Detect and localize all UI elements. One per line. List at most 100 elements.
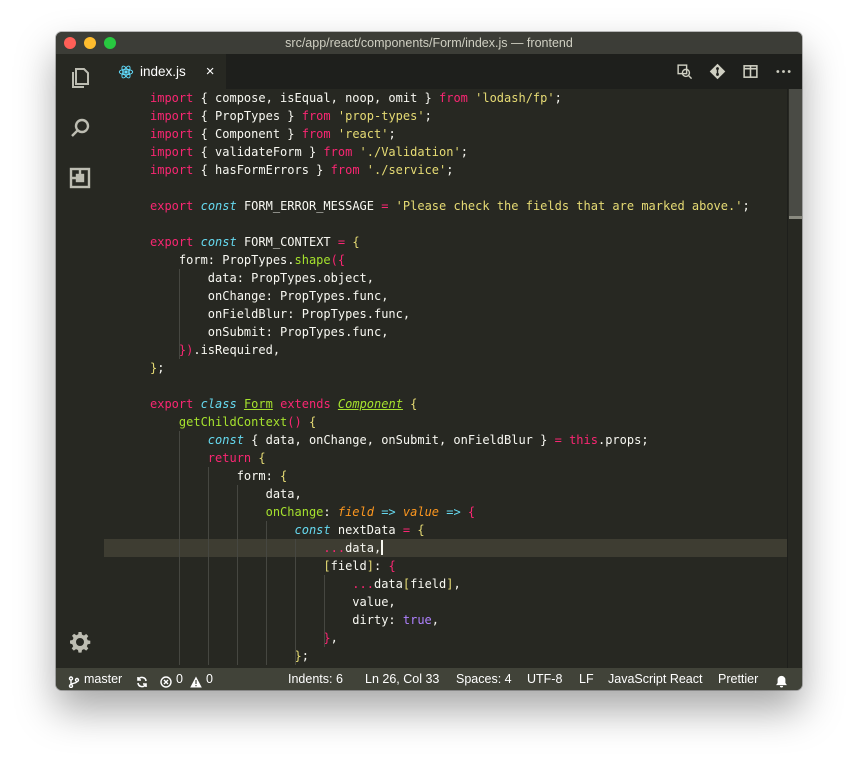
code-line[interactable]: }; [104,359,788,377]
code-token: FORM_ERROR_MESSAGE [236,199,382,213]
code-line[interactable]: form: { [104,467,788,485]
code-editor[interactable]: import { compose, isEqual, noop, omit } … [104,89,788,668]
git-branch[interactable]: master [68,668,122,690]
code-token: this [569,433,598,447]
extensions-icon[interactable] [68,166,92,190]
language-mode[interactable]: JavaScript React [608,668,702,690]
code-token: { PropTypes } [193,109,302,123]
code-token: { compose, isEqual, noop, omit } [193,91,439,105]
code-token: field [410,577,447,591]
code-line[interactable]: }).isRequired, [104,341,788,359]
tab-close-button[interactable]: × [206,63,215,80]
minimize-window-button[interactable] [84,37,96,49]
code-token: getChildContext [178,415,288,429]
indent-guide [236,485,238,665]
code-token: export [150,235,194,249]
react-file-icon [118,64,134,80]
split-editor-icon[interactable] [742,63,759,80]
window-title: src/app/react/components/Form/index.js —… [285,36,573,50]
code-token: , [431,613,440,627]
code-line[interactable]: [field]: { [104,557,788,575]
spaces-status[interactable]: Spaces: 4 [456,668,512,690]
code-token: ; [301,649,309,663]
code-line[interactable]: onChange: PropTypes.func, [104,287,788,305]
code-token: ; [424,109,432,123]
indentation-status[interactable]: Indents: 6 [288,668,343,690]
code-token: data [373,577,403,591]
code-token: onChange: PropTypes.func, [150,289,389,303]
code-line[interactable]: export const FORM_ERROR_MESSAGE = 'Pleas… [104,197,788,215]
code-token: { [460,505,476,519]
encoding-status[interactable]: UTF-8 [527,668,562,690]
code-line[interactable]: data, [104,485,788,503]
code-line[interactable]: export const FORM_CONTEXT = { [104,233,788,251]
code-line[interactable] [104,179,788,197]
code-token: 'Please check the fields that are marked… [388,199,743,213]
code-line[interactable]: getChildContext() { [104,413,788,431]
code-token: [ [323,559,331,573]
code-token: class [200,397,237,411]
code-token: ; [157,361,165,375]
code-line[interactable]: onSubmit: PropTypes.func, [104,323,788,341]
code-line[interactable]: const nextData = { [104,521,788,539]
code-token: = [554,433,562,447]
code-line[interactable]: }, [104,629,788,647]
formatter-status[interactable]: Prettier [718,668,758,690]
git-compare-icon[interactable] [709,63,726,80]
code-line[interactable] [104,215,788,233]
problems-indicator[interactable]: 0 0 [160,668,213,690]
vertical-scrollbar[interactable] [787,89,802,668]
code-line[interactable]: return { [104,449,788,467]
code-line[interactable]: import { compose, isEqual, noop, omit } … [104,89,788,107]
eol-status[interactable]: LF [579,668,594,690]
gear-icon[interactable] [68,630,92,654]
notifications-button[interactable] [775,668,788,690]
tab-index-js[interactable]: index.js × [104,54,226,89]
warning-count: 0 [205,672,213,686]
code-token: onSubmit: PropTypes.func, [150,325,389,339]
code-token: { [417,523,425,537]
code-token: FORM_CONTEXT [236,235,338,249]
code-line[interactable]: import { hasFormErrors } from './service… [104,161,788,179]
code-line[interactable]: ...data, [104,539,788,557]
code-token: from [301,109,331,123]
search-icon[interactable] [68,116,92,140]
branch-name: master [84,672,123,686]
code-line[interactable]: }; [104,647,788,665]
code-line[interactable]: ...data[field], [104,575,788,593]
code-line[interactable]: dirty: true, [104,611,788,629]
code-line[interactable] [104,377,788,395]
code-line[interactable]: onFieldBlur: PropTypes.func, [104,305,788,323]
indent-guide [207,467,209,665]
scrollbar-cursor-marker [789,216,802,219]
close-window-button[interactable] [64,37,76,49]
files-icon[interactable] [68,66,92,90]
open-changes-icon[interactable] [676,63,693,80]
code-token: value, [150,595,396,609]
code-line[interactable]: import { Component } from 'react'; [104,125,788,143]
code-token: const [200,199,237,213]
code-line[interactable]: data: PropTypes.object, [104,269,788,287]
code-line[interactable]: onChange: field => value => { [104,503,788,521]
code-token: onFieldBlur: PropTypes.func, [150,307,411,321]
sync-button[interactable] [136,668,148,690]
code-line[interactable]: form: PropTypes.shape({ [104,251,788,269]
error-icon [160,673,172,688]
scrollbar-thumb[interactable] [789,89,802,217]
code-line[interactable]: export class Form extends Component { [104,395,788,413]
code-line[interactable]: value, [104,593,788,611]
indent-guide [178,431,180,665]
code-token: => [381,505,396,519]
more-icon[interactable] [775,63,792,80]
bell-icon [775,673,788,687]
code-token: extends [280,397,331,411]
code-token: { [402,397,418,411]
indent-guide [265,521,267,665]
code-token: form: [150,469,281,483]
maximize-window-button[interactable] [104,37,116,49]
code-line[interactable]: const { data, onChange, onSubmit, onFiel… [104,431,788,449]
code-line[interactable]: import { validateForm } from './Validati… [104,143,788,161]
code-line[interactable]: import { PropTypes } from 'prop-types'; [104,107,788,125]
cursor-position[interactable]: Ln 26, Col 33 [365,668,439,690]
